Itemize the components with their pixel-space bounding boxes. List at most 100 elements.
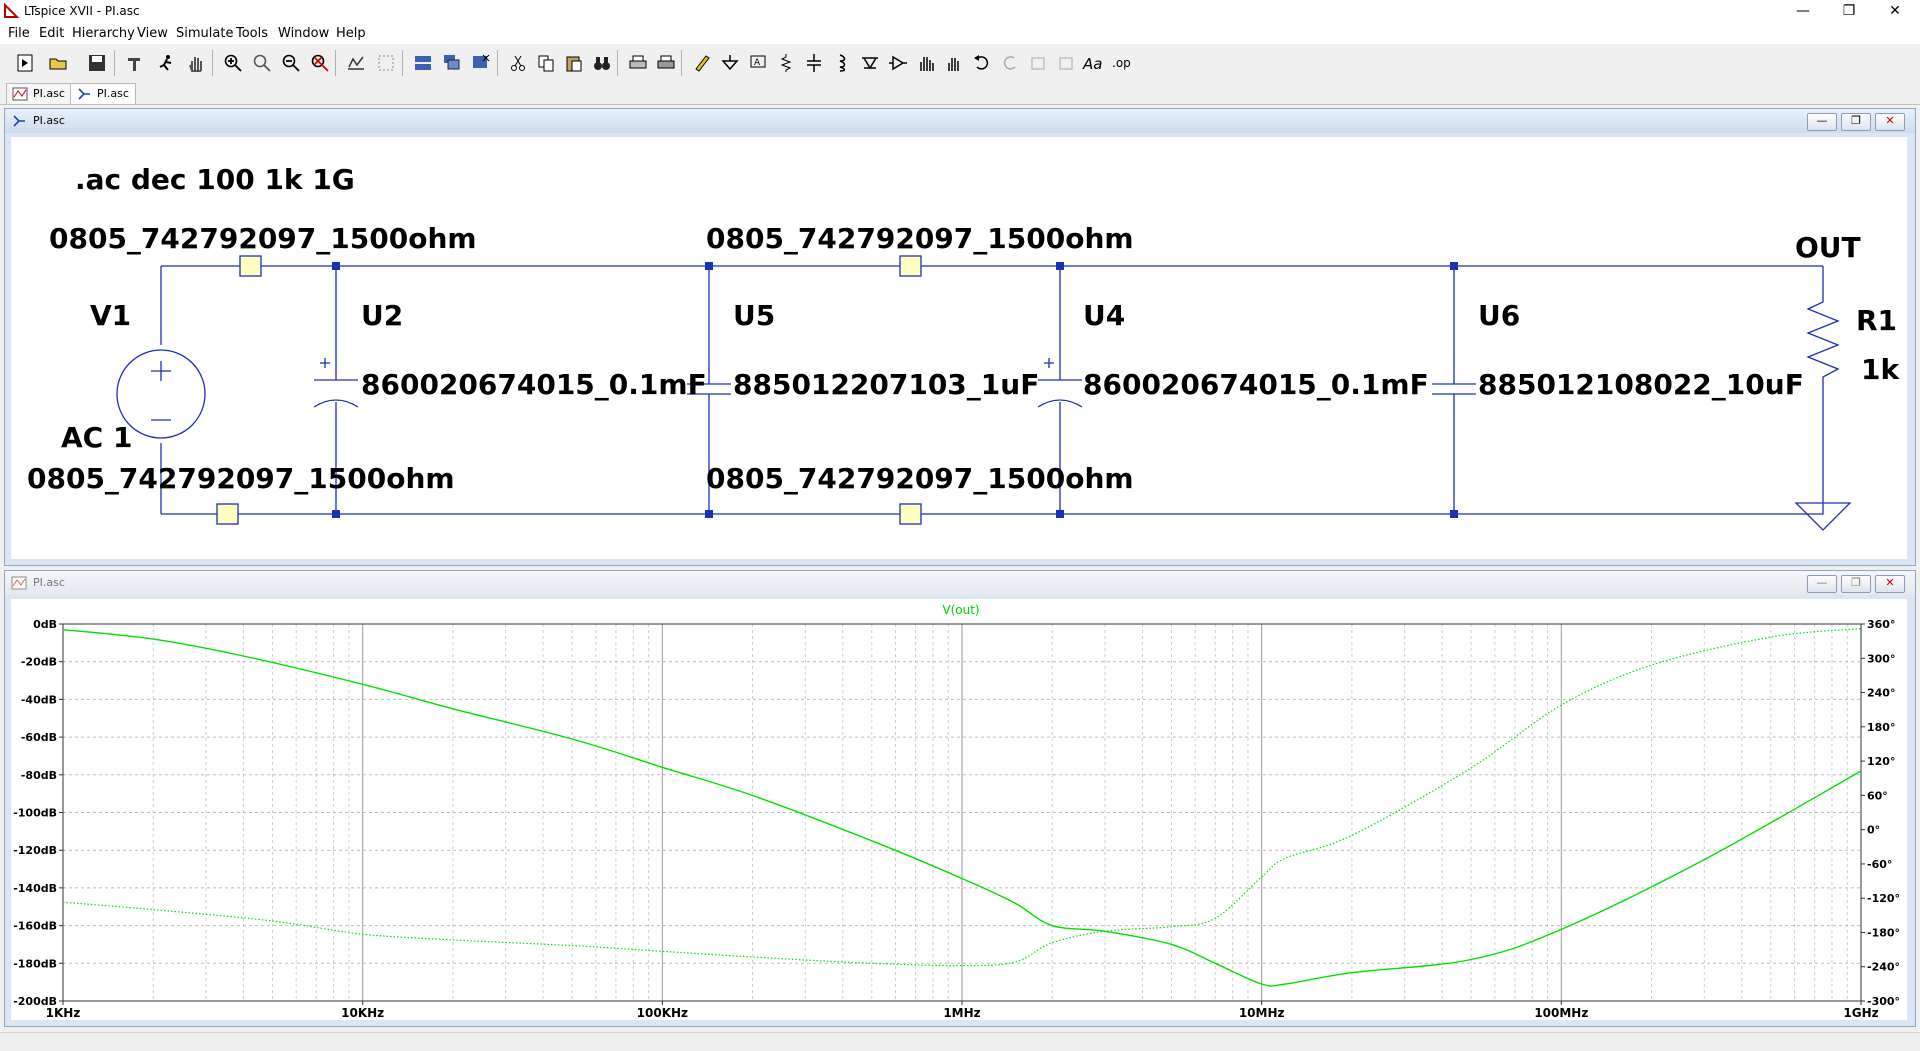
ferrite-bead-bottom-left (216, 503, 239, 525)
spice-directive-icon[interactable]: .op (1110, 50, 1136, 76)
text-icon[interactable]: Aa (1081, 50, 1107, 76)
mirror-icon[interactable] (1053, 50, 1079, 76)
app-title-bar: LTspice XVII - PI.asc — ❐ ✕ (0, 0, 1920, 24)
y-left-tick-label: -140dB (13, 882, 57, 895)
cut-icon[interactable] (505, 50, 531, 76)
spice-directive-text[interactable]: .ac dec 100 1k 1G (75, 163, 355, 196)
copy-icon[interactable] (533, 50, 559, 76)
close-window-button[interactable]: ✕ (1872, 0, 1918, 24)
bode-plot[interactable]: V(out) 1KHz 10KHz 100KHz 1MHz 10MHz 100MHz 1GH… (11, 599, 1907, 1020)
menu-edit[interactable]: Edit (39, 26, 64, 41)
menu-simulate[interactable]: Simulate (176, 26, 233, 41)
schematic-restore-button[interactable]: ❐ (1841, 113, 1871, 131)
junction-dot (1056, 262, 1064, 270)
x-tick-label: 100MHz (1534, 1006, 1588, 1020)
capacitor-icon[interactable] (801, 50, 827, 76)
new-schematic-icon[interactable] (12, 50, 38, 76)
zoom-fit-icon[interactable] (307, 50, 333, 76)
label-net-icon[interactable]: A (745, 50, 771, 76)
autorange-icon[interactable] (343, 50, 369, 76)
save-icon[interactable] (84, 50, 110, 76)
inductor-icon[interactable] (829, 50, 855, 76)
y-right-tick-label: 240° (1867, 687, 1895, 700)
control-panel-hammer-icon[interactable] (122, 50, 148, 76)
ferrite-bottom-left-label: 0805_742792097_1500ohm (27, 462, 455, 495)
schematic-canvas[interactable]: .ac dec 100 1k 1G 0805_742792097_1500ohm… (11, 137, 1907, 559)
junction-dot (1450, 510, 1458, 518)
menu-file[interactable]: File (8, 26, 30, 41)
menu-tools[interactable]: Tools (236, 26, 268, 41)
schematic-window-titlebar: PI.asc — ❐ ✕ (5, 109, 1915, 133)
zoom-out-icon[interactable] (278, 50, 304, 76)
halt-hand-icon[interactable] (183, 50, 209, 76)
x-tick-label: 1GHz (1843, 1006, 1878, 1020)
r1-name-label: R1 (1856, 304, 1897, 337)
run-simulation-icon[interactable] (153, 50, 179, 76)
waveform-close-button[interactable]: ✕ (1875, 575, 1905, 593)
tile-horizontal-icon[interactable] (410, 50, 436, 76)
schematic-drawing: .ac dec 100 1k 1G 0805_742792097_1500ohm… (27, 163, 1900, 531)
move-hand-icon[interactable] (913, 50, 939, 76)
tab-waveform[interactable]: PI.asc (6, 83, 72, 104)
y-left-tick-label: -80dB (21, 769, 57, 782)
ferrite-bead-bottom-mid (899, 503, 922, 525)
ground-icon[interactable] (717, 50, 743, 76)
u4-name-label: U4 (1083, 299, 1125, 332)
y-right-tick-label: -180° (1867, 926, 1900, 939)
schematic-minimize-button[interactable]: — (1807, 113, 1837, 131)
tab-schematic[interactable]: PI.asc (70, 83, 136, 104)
waveform-restore-button[interactable]: ❐ (1841, 575, 1871, 593)
zoom-in-icon[interactable] (220, 50, 246, 76)
junction-dot (332, 510, 340, 518)
waveform-window: PI.asc — ❐ ✕ V(out) 1KHz 10KHz 100KHz 1MHz 1… (4, 570, 1916, 1027)
paste-icon[interactable] (561, 50, 587, 76)
cascade-windows-icon[interactable] (439, 50, 465, 76)
diode-icon[interactable] (857, 50, 883, 76)
u4-value-label: 860020674015_0.1mF (1083, 368, 1429, 401)
drag-hand-icon[interactable] (941, 50, 967, 76)
waveform-minimize-button[interactable]: — (1807, 575, 1837, 593)
menu-bar: File Edit Hierarchy View Simulate Tools … (0, 24, 1920, 44)
undo-icon[interactable] (969, 50, 995, 76)
menu-window[interactable]: Window (278, 26, 329, 41)
y-right-tick-label: -300° (1867, 995, 1900, 1008)
component-icon[interactable] (885, 50, 911, 76)
x-tick-label: 100KHz (637, 1006, 688, 1020)
y-right-tick-label: 120° (1867, 755, 1895, 768)
close-all-windows-icon[interactable] (468, 50, 494, 76)
waveform-window-titlebar: PI.asc — ❐ ✕ (5, 571, 1915, 595)
print-preview-icon[interactable] (653, 50, 679, 76)
find-binoculars-icon[interactable] (589, 50, 615, 76)
open-folder-icon[interactable] (45, 50, 71, 76)
v1-name-label: V1 (90, 299, 131, 332)
schematic-close-button[interactable]: ✕ (1875, 113, 1905, 131)
view-fft-icon[interactable] (373, 50, 399, 76)
resistor-icon[interactable] (773, 50, 799, 76)
y-left-tick-label: -160dB (13, 920, 57, 933)
ferrite-top-left-label: 0805_742792097_1500ohm (49, 222, 477, 255)
waveform-canvas[interactable]: V(out) 1KHz 10KHz 100KHz 1MHz 10MHz 100MHz 1GH… (11, 599, 1907, 1020)
menu-view[interactable]: View (137, 26, 168, 41)
rotate-icon[interactable] (1025, 50, 1051, 76)
print-icon[interactable] (625, 50, 651, 76)
menu-help[interactable]: Help (336, 26, 366, 41)
u5-name-label: U5 (733, 299, 775, 332)
y-left-tick-label: -180dB (13, 957, 57, 970)
draw-wire-pencil-icon[interactable] (689, 50, 715, 76)
redo-icon[interactable] (997, 50, 1023, 76)
y-right-tick-label: 300° (1867, 652, 1895, 665)
schematic-window-title: PI.asc (33, 114, 65, 127)
ferrite-bead-top-mid (899, 255, 922, 277)
ferrite-bead-top-left (239, 255, 262, 277)
u5-value-label: 885012207103_1uF (733, 368, 1039, 401)
pan-zoom-icon[interactable] (249, 50, 275, 76)
document-tab-bar: PI.asc PI.asc (0, 82, 1920, 105)
status-bar (0, 1032, 1920, 1051)
u6-value-label: 885012108022_10uF (1478, 368, 1804, 401)
trace-name-label[interactable]: V(out) (942, 603, 979, 617)
menu-hierarchy[interactable]: Hierarchy (72, 26, 135, 41)
schematic-window: PI.asc — ❐ ✕ .ac dec 100 1k 1G 0805_7427… (4, 108, 1916, 566)
restore-window-button[interactable]: ❐ (1826, 0, 1872, 24)
minimize-window-button[interactable]: — (1780, 0, 1826, 24)
u2-value-label: 860020674015_0.1mF (361, 368, 707, 401)
